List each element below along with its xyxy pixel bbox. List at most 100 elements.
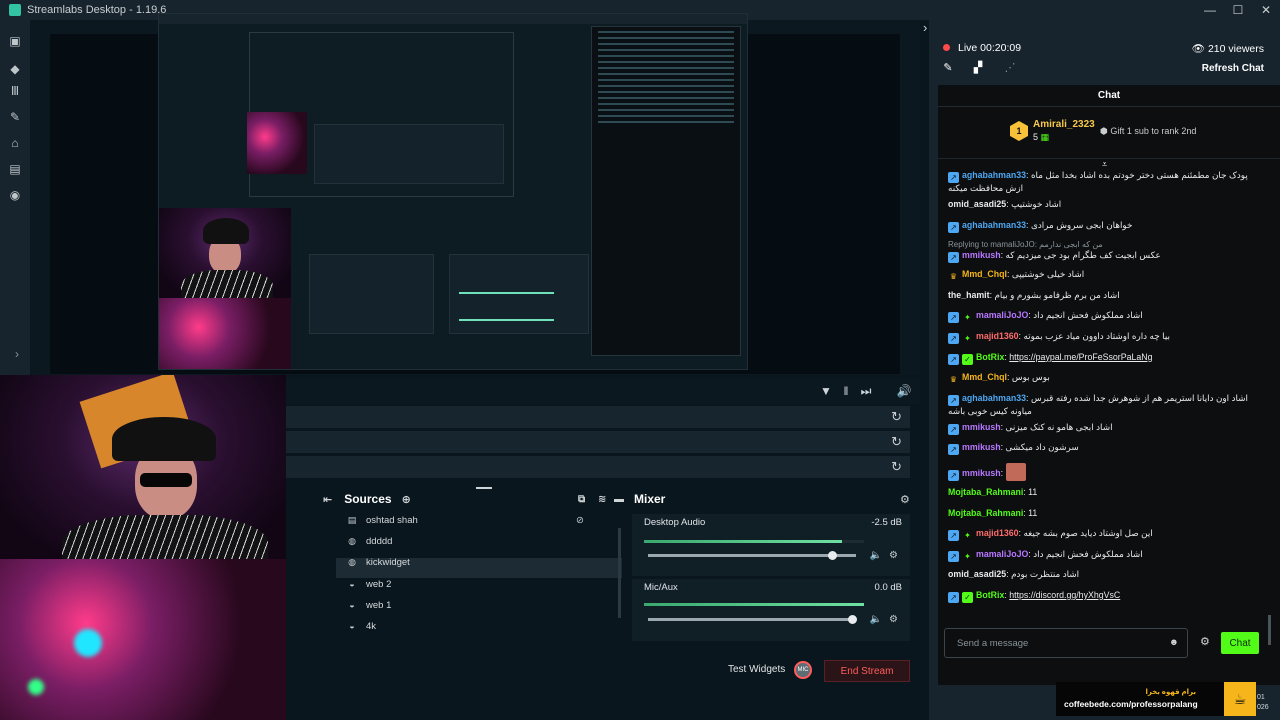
- sources-scrollbar[interactable]: [618, 528, 621, 618]
- chat-message: ♛ Mmd_Chql: بوس بوس: [949, 372, 1050, 385]
- chat-username[interactable]: Mojtaba_Rahmani: [948, 508, 1023, 518]
- source-item[interactable]: ◒ web 1: [346, 595, 391, 615]
- kick-badge-icon: ↗: [948, 423, 959, 435]
- theme-icon[interactable]: ◆: [6, 60, 24, 78]
- chat-username[interactable]: mamaliJoJO: [976, 549, 1028, 559]
- webcam-icon: ◒: [349, 621, 355, 631]
- volume-slider[interactable]: [648, 615, 857, 624]
- edit-icon[interactable]: ✎: [941, 60, 955, 74]
- chat-username[interactable]: Mmd_Chql: [962, 372, 1007, 382]
- folder-icon[interactable]: ▬: [614, 494, 624, 505]
- chat-username[interactable]: BotRix: [976, 590, 1004, 600]
- chat-link[interactable]: https://discord.gg/hyXhgVsC: [1009, 590, 1120, 600]
- footer-bar: Test Widgets MIC End Stream: [286, 658, 920, 684]
- mixer-settings-icon[interactable]: ⚙: [900, 493, 910, 506]
- chat-input[interactable]: Send a message ☻: [944, 628, 1188, 658]
- store-icon[interactable]: ⌂: [6, 134, 24, 152]
- volume-slider[interactable]: [648, 551, 856, 560]
- dashboard-icon[interactable]: Ⅲ: [6, 82, 24, 100]
- source-item[interactable]: ◍ kickwidget: [346, 552, 410, 572]
- mic-status-icon[interactable]: MIC: [794, 661, 812, 679]
- scene-row[interactable]: ↻: [286, 431, 910, 453]
- chat-username[interactable]: aghabahman33: [962, 220, 1026, 230]
- chat-username[interactable]: the_hamit: [948, 290, 990, 300]
- chat-username[interactable]: omid_asadi25: [948, 199, 1006, 209]
- audio-icon[interactable]: ≋: [598, 494, 606, 505]
- tools-icon[interactable]: ✎: [6, 108, 24, 126]
- test-widgets-button[interactable]: Test Widgets: [728, 664, 785, 675]
- reload-icon[interactable]: ↻: [891, 434, 902, 450]
- chat-username[interactable]: mmikush: [962, 422, 1001, 432]
- close-button[interactable]: ✕: [1252, 0, 1280, 20]
- kick-badge-icon: ↗: [948, 252, 959, 264]
- chat-username[interactable]: mmikush: [962, 442, 1001, 452]
- highlighter-icon[interactable]: ▤: [6, 160, 24, 178]
- chat-username[interactable]: majid1360: [976, 528, 1019, 538]
- sources-header: ⇤ Sources ⊕: [286, 488, 622, 510]
- scene-list: ↻ ↻ ↻: [286, 406, 910, 482]
- file-icon: ▤: [347, 514, 357, 525]
- maximize-button[interactable]: ☐: [1224, 0, 1252, 20]
- reload-icon[interactable]: ↻: [891, 409, 902, 425]
- record-icon[interactable]: ◉: [6, 186, 24, 204]
- window-title: Streamlabs Desktop - 1.19.6: [27, 4, 167, 16]
- app-logo-icon: [9, 4, 21, 16]
- chat-header: Chat: [938, 85, 1280, 107]
- chat-link[interactable]: https://paypal.me/ProFeSsorPaLaNg: [1009, 352, 1152, 362]
- skip-icon[interactable]: ⏭: [858, 383, 874, 399]
- scene-row[interactable]: ↻: [286, 456, 910, 478]
- editor-icon[interactable]: ▣: [6, 32, 24, 50]
- chat-username[interactable]: aghabahman33: [962, 170, 1026, 180]
- mute-icon[interactable]: 🔈: [870, 550, 882, 561]
- chat-text: اشاد مملکوش فحش انجیم داد: [1033, 310, 1143, 321]
- reload-icon[interactable]: ↻: [891, 459, 902, 475]
- volume-icon[interactable]: 🔊: [896, 383, 912, 399]
- studio-mode-icon[interactable]: ⧉: [578, 494, 585, 505]
- source-item[interactable]: ◒ web 2: [346, 574, 391, 594]
- chat-username[interactable]: omid_asadi25: [948, 569, 1006, 579]
- minimize-button[interactable]: —: [1196, 0, 1224, 20]
- end-stream-button[interactable]: End Stream: [824, 660, 910, 682]
- star-badge-icon: ✦: [964, 333, 971, 343]
- chat-messages: ↗ aghabahman33: پودک جان مطمئنم هستی دختر…: [938, 167, 1270, 619]
- chat-username[interactable]: Mojtaba_Rahmani: [948, 487, 1023, 497]
- chat-username[interactable]: mmikush: [962, 250, 1001, 260]
- scene-row[interactable]: ↻: [286, 406, 910, 428]
- expand-chevron-icon[interactable]: ›: [923, 20, 927, 35]
- chat-username[interactable]: Mmd_Chql: [962, 269, 1007, 279]
- chat-username[interactable]: mamaliJoJO: [976, 310, 1028, 320]
- add-source-icon[interactable]: ⊕: [402, 493, 411, 506]
- volume-knob[interactable]: [828, 551, 837, 560]
- collapse-icon[interactable]: ⇤: [323, 493, 332, 506]
- chat-username[interactable]: aghabahman33: [962, 393, 1026, 403]
- filter-icon[interactable]: ▼: [818, 383, 834, 399]
- share-icon[interactable]: ▞: [971, 60, 985, 74]
- chat-username[interactable]: mmikush: [962, 468, 1001, 478]
- chat-username[interactable]: BotRix: [976, 352, 1004, 362]
- star-badge-icon: ✦: [964, 531, 971, 541]
- track-settings-icon[interactable]: ⚙: [889, 614, 898, 625]
- chat-settings-icon[interactable]: ⚙: [1200, 635, 1210, 648]
- kick-badge-icon: ↗: [948, 394, 959, 406]
- source-item[interactable]: ◒ 4k: [346, 616, 376, 636]
- source-item[interactable]: ◍ ddddd: [346, 531, 392, 551]
- chat-username[interactable]: majid1360: [976, 331, 1019, 341]
- live-bar: Live 00:20:09 👁 210 viewers ✎ ▞ ⋰ Refres…: [929, 20, 1280, 82]
- hidden-eye-icon[interactable]: ⊘: [576, 515, 584, 526]
- send-chat-button[interactable]: Chat: [1221, 632, 1259, 654]
- live-dot-icon: [943, 44, 950, 51]
- link-icon[interactable]: ⋰: [1003, 60, 1017, 74]
- sources-title: Sources: [344, 492, 392, 506]
- track-settings-icon[interactable]: ⚙: [889, 550, 898, 561]
- level-meter: [644, 603, 864, 606]
- refresh-chat-button[interactable]: Refresh Chat: [1202, 63, 1264, 74]
- mute-icon[interactable]: 🔈: [870, 614, 882, 625]
- volume-knob[interactable]: [848, 615, 857, 624]
- emoji-icon[interactable]: ☻: [1169, 637, 1179, 648]
- chat-message: ↗ ✓ BotRix: https://discord.gg/hyXhgVsC: [948, 587, 1262, 608]
- collapse-chevron-icon[interactable]: ›: [8, 345, 26, 363]
- globe-icon: ◍: [348, 556, 356, 567]
- source-item[interactable]: ▤ oshtad shah ⊘: [346, 510, 584, 530]
- pause-icon[interactable]: ‖: [838, 383, 854, 399]
- kick-badge-icon: ↗: [948, 550, 959, 562]
